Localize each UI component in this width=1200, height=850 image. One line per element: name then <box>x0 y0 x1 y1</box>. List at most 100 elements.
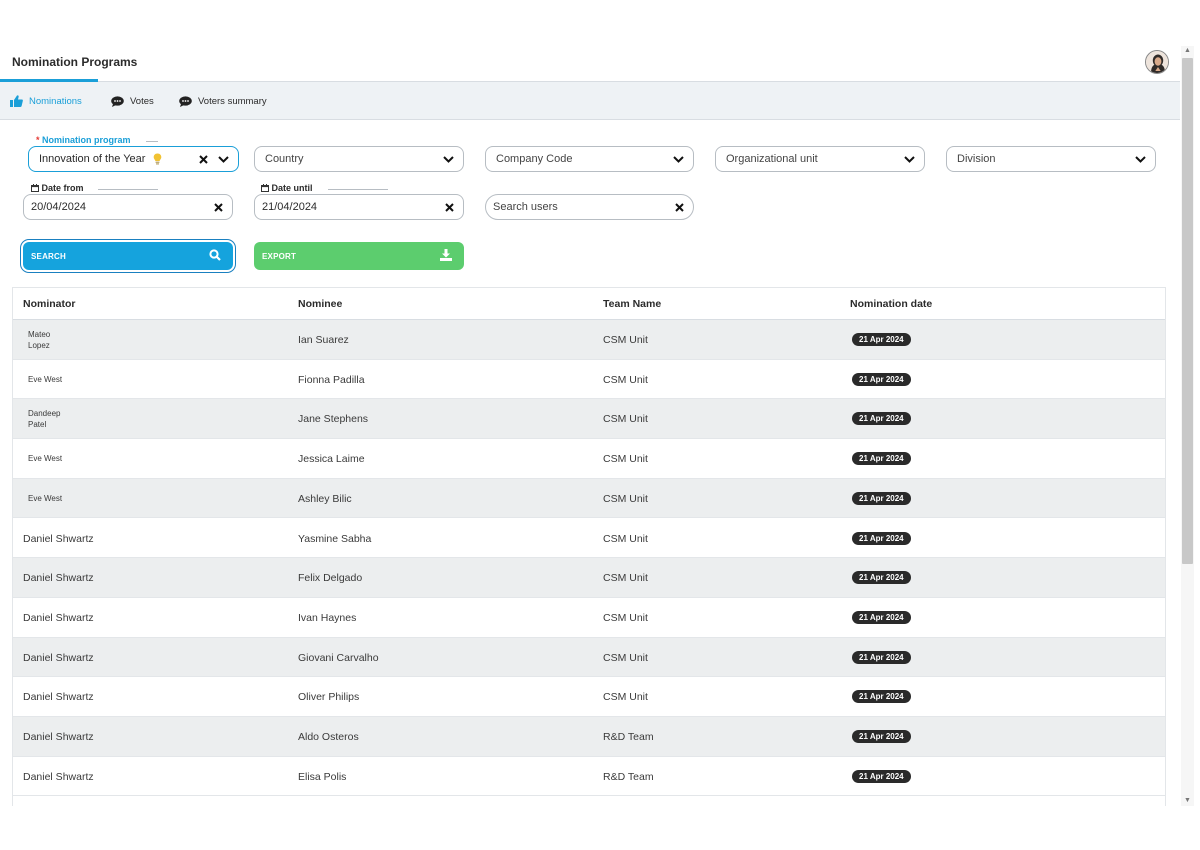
search-icon <box>209 249 221 261</box>
search-users-placeholder: Search users <box>493 201 558 213</box>
table-row[interactable]: Daniel Shwartz Felix Delgado CSM Unit 21 Ap… <box>13 558 1165 598</box>
search-button-label: SEARCH <box>31 252 66 261</box>
nominee-cell: Jessica Laime <box>298 453 365 466</box>
search-users-input[interactable]: Search users <box>485 194 694 220</box>
nomination-date-badge: 21 Apr 2024 <box>852 650 911 664</box>
nominee-cell: Giovani Carvalho <box>298 651 379 664</box>
team-name-cell: CSM Unit <box>603 572 648 585</box>
table-row[interactable]: Daniel Shwartz Giovani Carvalho CSM Unit 21… <box>13 637 1165 678</box>
nomination-date-badge: 21 Apr 2024 <box>852 690 911 704</box>
team-name-cell: CSM Unit <box>603 373 648 386</box>
calendar-icon <box>261 184 269 192</box>
date-until-value: 21/04/2024 <box>262 201 318 213</box>
nominations-table: Nominator Nominee Team Name Nomination d… <box>12 287 1166 806</box>
column-header-nominator[interactable]: Nominator <box>23 298 76 310</box>
export-button[interactable]: EXPORT <box>254 242 464 270</box>
nominee-cell: Oliver Philips <box>298 691 360 704</box>
nomination-date-badge: 21 Apr 2024 <box>852 452 911 466</box>
tab-voters-summary[interactable]: Voters summary <box>179 82 267 120</box>
tab-nominations[interactable]: Nominations <box>10 82 82 120</box>
search-button[interactable]: SEARCH <box>23 242 233 270</box>
chevron-down-icon[interactable] <box>443 156 454 163</box>
scrollbar-thumb[interactable] <box>1182 58 1193 564</box>
date-from-field[interactable]: 20/04/2024 <box>23 194 233 220</box>
table-row[interactable]: Daniel Shwartz Elisa Polis R&D Team 21 Apr … <box>13 757 1165 797</box>
nomination-program-select[interactable]: Innovation of the Year <box>28 146 239 172</box>
team-name-cell: CSM Unit <box>603 532 648 545</box>
clear-icon[interactable] <box>214 203 223 212</box>
nominee-cell: Yasmine Sabha <box>298 532 372 545</box>
app-header: Nomination Programs <box>0 46 1180 82</box>
scroll-down-icon[interactable]: ▼ <box>1183 796 1192 805</box>
table-row[interactable]: Daniel Shwartz Ivan Haynes CSM Unit 21 Apr … <box>13 598 1165 638</box>
column-header-nominee[interactable]: Nominee <box>298 298 342 310</box>
nominee-cell: Jane Stephens <box>298 413 369 426</box>
organizational-unit-placeholder: Organizational unit <box>726 153 818 165</box>
team-name-cell: CSM Unit <box>603 334 648 346</box>
download-icon <box>440 249 452 261</box>
team-name-cell: CSM Unit <box>603 651 648 664</box>
nominator-cell: Daniel Shwartz <box>23 731 94 743</box>
table-row[interactable]: Eve West Jessica Laime CSM Unit 21 Apr 2024 <box>13 439 1165 479</box>
table-row[interactable]: Eve West Ashley Bilic CSM Unit 21 Apr 2024 <box>13 478 1165 519</box>
user-avatar-icon <box>1146 51 1168 73</box>
lightbulb-icon <box>153 153 162 165</box>
clear-icon[interactable] <box>199 155 208 164</box>
division-select[interactable]: Division <box>946 146 1156 172</box>
country-select[interactable]: Country <box>254 146 464 172</box>
nominee-cell: Ivan Haynes <box>298 611 357 624</box>
nominator-cell: Daniel Shwartz <box>23 770 94 783</box>
country-placeholder: Country <box>265 153 304 165</box>
nomination-date-badge: 21 Apr 2024 <box>852 730 911 743</box>
table-row[interactable]: Dandeep Patel Jane Stephens CSM Unit 21 Apr… <box>13 399 1165 440</box>
nominee-cell: Ian Suarez <box>298 334 349 346</box>
tab-bar: Nominations Votes Voters summary <box>0 82 1180 120</box>
nomination-date-badge: 21 Apr 2024 <box>852 412 911 426</box>
table-row[interactable]: Mateo Lopez Ian Suarez CSM Unit 21 Apr 2024 <box>13 320 1165 360</box>
chat-bubble-icon <box>179 95 192 107</box>
scroll-up-icon[interactable]: ▲ <box>1183 46 1192 55</box>
nomination-date-badge: 21 Apr 2024 <box>852 571 911 585</box>
nominator-cell: Daniel Shwartz <box>23 691 94 704</box>
export-button-label: EXPORT <box>262 252 297 261</box>
nominee-cell: Elisa Polis <box>298 770 347 783</box>
date-from-value: 20/04/2024 <box>31 201 87 213</box>
nomination-date-badge: 21 Apr 2024 <box>852 531 911 545</box>
table-row[interactable]: Daniel Shwartz Yasmine Sabha CSM Unit 21 Ap… <box>13 519 1165 559</box>
date-until-label: Date until <box>258 183 316 193</box>
team-name-cell: CSM Unit <box>603 453 648 466</box>
chevron-down-icon[interactable] <box>1135 156 1146 163</box>
nominator-cell: Eve West <box>28 454 63 464</box>
nominator-cell: Eve West <box>28 374 63 384</box>
organizational-unit-select[interactable]: Organizational unit <box>715 146 925 172</box>
table-row[interactable]: Daniel Shwartz Aldo Osteros R&D Team 21 Apr… <box>13 717 1165 757</box>
column-header-team-name[interactable]: Team Name <box>603 298 661 310</box>
nominator-cell: Eve West <box>28 493 63 503</box>
date-until-field[interactable]: 21/04/2024 <box>254 194 464 220</box>
thumbs-up-icon <box>10 95 23 107</box>
nominee-cell: Ashley Bilic <box>298 492 352 505</box>
team-name-cell: CSM Unit <box>603 492 648 505</box>
clear-icon[interactable] <box>675 203 684 212</box>
chevron-down-icon[interactable] <box>218 156 229 163</box>
label-line <box>146 141 158 142</box>
nomination-date-badge: 21 Apr 2024 <box>852 610 911 624</box>
tab-votes[interactable]: Votes <box>111 82 154 120</box>
calendar-icon <box>31 184 39 192</box>
table-header: Nominator Nominee Team Name Nomination d… <box>13 288 1165 320</box>
chat-bubble-icon <box>111 95 124 107</box>
label-line <box>98 189 158 190</box>
table-row[interactable]: Eve West Fionna Padilla CSM Unit 21 Apr 202… <box>13 360 1165 400</box>
nomination-date-badge: 21 Apr 2024 <box>852 372 911 386</box>
table-row[interactable]: Daniel Shwartz Oliver Philips CSM Unit 21 A… <box>13 677 1165 717</box>
company-code-select[interactable]: Company Code <box>485 146 694 172</box>
avatar[interactable] <box>1145 50 1169 74</box>
clear-icon[interactable] <box>445 203 454 212</box>
division-placeholder: Division <box>957 153 996 165</box>
column-header-nomination-date[interactable]: Nomination date <box>850 298 932 310</box>
chevron-down-icon[interactable] <box>904 156 915 163</box>
label-line <box>328 189 388 190</box>
nomination-date-badge: 21 Apr 2024 <box>852 491 911 505</box>
tab-nominations-label: Nominations <box>29 95 82 107</box>
chevron-down-icon[interactable] <box>673 156 684 163</box>
